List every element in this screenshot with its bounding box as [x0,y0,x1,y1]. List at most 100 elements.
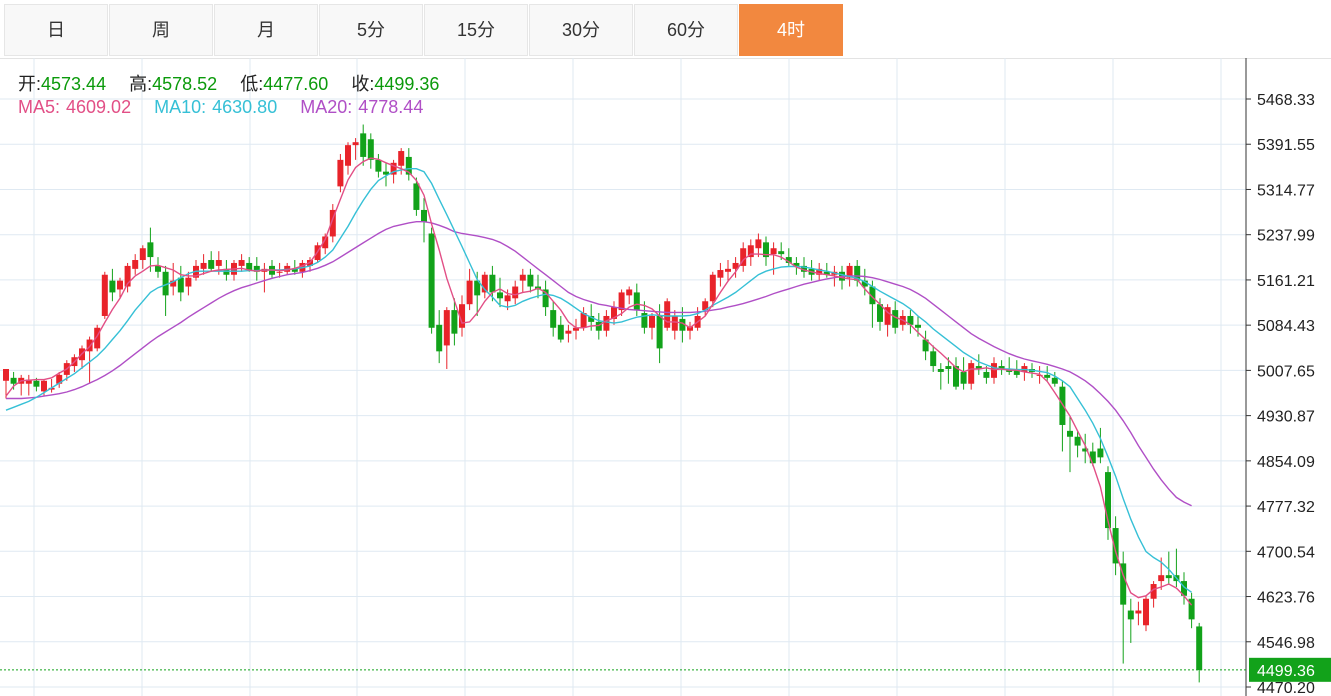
candle [428,227,435,334]
candle [170,262,177,296]
candle [1143,595,1149,632]
y-tick-label: 5007.65 [1257,363,1315,380]
tab-0[interactable]: 日 [4,4,108,56]
tab-7[interactable]: 4时 [739,4,843,56]
ma-legend: MA5: 4609.02 MA10: 4630.80 MA20: 4778.44 [18,97,429,118]
high-value: 4578.52 [152,74,218,94]
ma10-line [5,167,1193,593]
candle [132,254,139,275]
candle [208,251,215,272]
candle [671,310,678,340]
candle [1196,622,1203,683]
candle [18,374,25,396]
candle [816,262,823,281]
y-tick-label: 5468.33 [1257,92,1315,109]
candle [162,265,169,316]
candle [633,283,640,316]
candle [109,268,116,302]
candle [603,310,610,337]
tab-5[interactable]: 30分 [529,4,633,56]
candle [808,260,815,281]
candle [656,304,663,364]
candle [763,236,769,266]
candle [649,313,655,340]
candle [687,321,693,340]
candle [1127,598,1134,643]
ma5-value: 4609.02 [66,97,132,117]
tab-2[interactable]: 月 [214,4,318,56]
candle [527,268,534,293]
candle [261,262,268,293]
candle [375,153,382,178]
candle [405,148,412,181]
candle [1082,433,1089,464]
candle [1059,380,1066,452]
grid [0,58,1246,696]
close-label: 收: [351,74,375,94]
candle [337,153,344,193]
candles [3,124,1203,683]
candle [25,374,32,396]
open-value: 4573.44 [41,74,107,94]
candle [1051,371,1058,387]
candle [930,345,937,372]
candle [998,360,1005,375]
candle [626,286,633,305]
candle [557,315,564,343]
tab-3[interactable]: 5分 [319,4,423,56]
period-tab-bar: 日周月 5分 15分 30分 60分 4时 [0,0,1331,59]
tab-6[interactable]: 60分 [634,4,738,56]
y-tick-label: 5161.21 [1257,273,1315,290]
y-tick-label: 4854.09 [1257,454,1315,471]
candle [345,142,351,175]
y-tick-label: 4470.20 [1257,680,1315,696]
y-tick-label: 5237.99 [1257,228,1315,245]
candle [907,310,914,334]
candle [1135,601,1142,626]
candlestick-chart: 5468.33 5391.55 5314.77 5237.99 5161.21 5084.… [0,58,1331,696]
candle [223,260,230,281]
candle [991,357,997,384]
low-label: 低: [240,74,264,94]
candle [922,330,929,361]
open-label: 开: [18,74,42,94]
candle [975,354,982,375]
candle [519,268,526,293]
tab-1[interactable]: 周 [109,4,213,56]
ma5-label: MA5: [18,97,61,117]
candle [253,257,260,281]
tab-4[interactable]: 15分 [424,4,528,56]
ma20-label: MA20: [300,97,353,117]
candle [1067,416,1073,473]
candle [573,318,579,340]
low-value: 4477.60 [263,74,329,94]
y-tick-label: 4623.76 [1257,590,1315,607]
candle [747,239,754,266]
candle [664,298,671,331]
y-tick-label: 4546.98 [1257,635,1315,652]
candle [717,262,724,287]
candle [367,133,374,169]
candle [535,274,541,299]
high-label: 高: [129,74,153,94]
candle [960,357,967,390]
candle [1006,357,1013,375]
candle [101,271,108,319]
ma20-value: 4778.44 [358,97,424,117]
candle [565,324,572,343]
candle [139,245,146,269]
close-value: 4499.36 [374,74,440,94]
candle [466,268,473,311]
candle [443,307,450,370]
candle [884,304,891,337]
candle [512,280,519,305]
y-tick-label: 4930.87 [1257,409,1315,426]
candle [436,310,443,364]
candle [937,363,944,390]
y-tick-label: 5391.55 [1257,137,1315,154]
ohlc-readout: 开:4573.44 高:4578.52 低:4477.60 收:4499.36 [18,70,457,96]
candle [953,357,959,390]
candle [1150,581,1157,608]
ma20-line [6,220,1192,507]
last-price-label: 4499.36 [1257,663,1315,680]
